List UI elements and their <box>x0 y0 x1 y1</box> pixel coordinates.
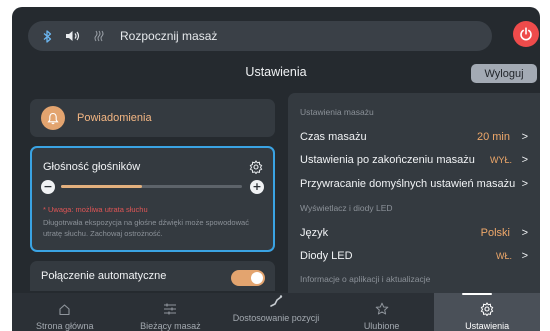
nav-favorites[interactable]: Ulubione <box>329 293 435 331</box>
settings-list: Ustawienia masażu Czas masażu 20 min > U… <box>288 93 540 293</box>
nav-home-label: Strona główna <box>36 321 94 331</box>
speaker-volume-card: Głośność głośników − + * Uwaga: możliwa … <box>30 146 275 252</box>
auto-connect-row: Połączenie automatyczne <box>30 261 275 291</box>
gear-icon <box>480 301 494 317</box>
nav-settings-label: Ustawienia <box>465 321 510 331</box>
after-massage-row[interactable]: Ustawienia po zakończeniu masażu WYŁ. > <box>300 150 530 170</box>
led-value: WŁ. <box>495 251 512 261</box>
restore-defaults-label: Przywracanie domyślnych ustawień masażu <box>300 178 516 190</box>
volume-slider-fill <box>61 185 143 188</box>
start-massage-label: Rozpocznij masaż <box>120 29 218 43</box>
gear-icon[interactable] <box>249 159 263 178</box>
bottom-navigation: Strona główna Bieżący masaż Dostosowanie… <box>12 293 540 331</box>
volume-decrease-button[interactable]: − <box>41 180 55 194</box>
power-icon <box>520 27 532 41</box>
chevron-right-icon: > <box>521 131 528 143</box>
nav-current-massage-label: Bieżący masaż <box>140 321 201 331</box>
volume-increase-button[interactable]: + <box>250 180 264 194</box>
bell-icon <box>41 106 65 130</box>
section-massage-settings: Ustawienia masażu <box>300 107 374 117</box>
notifications-card[interactable]: Powiadomienia <box>30 99 275 137</box>
page-title: Ustawienia <box>245 65 307 79</box>
nav-settings[interactable]: Ustawienia <box>434 293 540 331</box>
app-screen: Rozpocznij masaż Ustawienia Wyloguj Powi… <box>12 7 540 331</box>
language-row[interactable]: Język Polski > <box>300 223 530 243</box>
hearing-warning: * Uwaga: możliwa utrata słuchu <box>43 205 148 214</box>
hearing-warning-description: Długotrwała ekspozycja na głośne dźwięki… <box>43 218 249 238</box>
chevron-right-icon: > <box>521 154 528 166</box>
nav-position-adjust[interactable]: Dostosowanie pozycji <box>223 293 329 331</box>
restore-defaults-row[interactable]: Przywracanie domyślnych ustawień masażu … <box>300 174 530 194</box>
nav-favorites-label: Ulubione <box>363 321 400 331</box>
nav-current-massage[interactable]: Bieżący masaż <box>118 293 224 331</box>
logout-button[interactable]: Wyloguj <box>471 64 537 83</box>
home-icon <box>58 301 71 317</box>
heat-icon[interactable] <box>86 21 112 51</box>
section-display-led: Wyświetlacz i diody LED <box>300 203 393 213</box>
auto-connect-toggle[interactable] <box>231 270 265 286</box>
nav-position-adjust-label: Dostosowanie pozycji <box>232 313 320 323</box>
section-app-info: Informacje o aplikacji i aktualizacje <box>300 274 431 284</box>
led-row[interactable]: Diody LED WŁ. > <box>300 246 530 266</box>
massage-time-row[interactable]: Czas masażu 20 min > <box>300 127 530 147</box>
chevron-right-icon: > <box>521 250 528 262</box>
chevron-right-icon: > <box>521 227 528 239</box>
auto-connect-label: Połączenie automatyczne <box>41 270 167 282</box>
led-label: Diody LED <box>300 250 353 262</box>
nav-home[interactable]: Strona główna <box>12 293 118 331</box>
active-tab-indicator <box>462 293 492 295</box>
speaker-icon[interactable] <box>60 21 86 51</box>
massage-time-label: Czas masażu <box>300 131 367 143</box>
chevron-right-icon: > <box>521 178 528 190</box>
recline-icon <box>269 293 283 309</box>
bluetooth-icon[interactable] <box>34 21 60 51</box>
start-massage-bar[interactable]: Rozpocznij masaż <box>28 21 492 51</box>
notifications-label: Powiadomienia <box>77 112 152 124</box>
star-icon <box>375 301 389 317</box>
after-massage-value: WYŁ. <box>489 155 512 165</box>
toggle-knob <box>251 272 263 284</box>
massage-time-value: 20 min <box>476 131 510 143</box>
sliders-icon <box>163 301 177 317</box>
language-value: Polski <box>480 227 510 239</box>
after-massage-label: Ustawienia po zakończeniu masażu <box>300 154 475 166</box>
volume-slider[interactable] <box>61 185 242 188</box>
language-label: Język <box>300 227 329 239</box>
power-button[interactable] <box>513 21 539 47</box>
volume-title: Głośność głośników <box>43 161 141 173</box>
